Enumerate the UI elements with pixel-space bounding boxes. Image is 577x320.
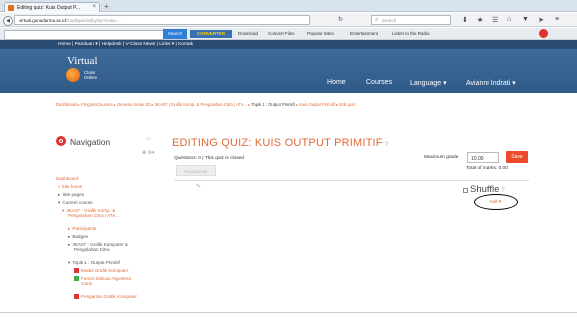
nav-language[interactable]: Language ▾ bbox=[410, 79, 447, 87]
toolbar-download[interactable]: Download bbox=[238, 31, 258, 36]
forum-icon bbox=[74, 276, 79, 282]
addon-search-button[interactable]: Search bbox=[163, 29, 187, 39]
toolbar-entertainment[interactable]: Entertainment bbox=[350, 31, 378, 36]
page-title-text: EDITING QUIZ: KUIS OUTPUT PRIMITIF bbox=[172, 137, 383, 149]
vclass-logo[interactable]: Virtual Class Online bbox=[64, 55, 108, 89]
nav-badges[interactable]: ▸ Badges bbox=[68, 234, 88, 239]
nav-forum[interactable]: Forum Diskusi Algoritma Garis bbox=[74, 276, 131, 286]
nav-topic[interactable]: ▾ Topik 1 : Output Primitif bbox=[68, 260, 120, 265]
nav-participants[interactable]: ▸ Participants bbox=[68, 226, 96, 231]
converter-logo: CONVERTER bbox=[190, 30, 232, 38]
shuffle-checkbox[interactable] bbox=[463, 188, 468, 193]
max-grade-label: Maximum grade bbox=[424, 155, 459, 160]
tab-title: Editing quiz: Kuis Output P... bbox=[17, 5, 81, 11]
quiz-status-info: Questions: 0 | This quiz is closed bbox=[174, 156, 244, 161]
share-icon[interactable]: ➤ bbox=[538, 16, 544, 24]
address-bar[interactable]: virtual.gunadarma.ac.id/mod/quiz/edit.ph… bbox=[14, 15, 310, 25]
tab-close-icon[interactable]: × bbox=[92, 4, 96, 10]
navigation-title: Navigation bbox=[70, 137, 111, 147]
bottom-edge bbox=[0, 312, 577, 320]
reload-icon[interactable]: ↻ bbox=[338, 16, 343, 23]
nav-modul[interactable]: Modul Grafik Komputer bbox=[74, 268, 128, 274]
pocket-icon[interactable]: ▼ bbox=[522, 16, 529, 23]
nav-pengantar[interactable]: Pengantar Grafik Komputer bbox=[74, 294, 137, 300]
block-actions-icon[interactable]: ✥ ⚙▾ bbox=[142, 150, 155, 156]
site-top-links: Home | Panduan ▾ | Helpdesk | V-Class Ne… bbox=[0, 40, 577, 49]
edit-pencil-icon[interactable]: ✎ bbox=[196, 183, 201, 190]
browser-search-field[interactable]: ⌕ Search bbox=[371, 15, 451, 25]
highlight-ellipse bbox=[474, 194, 518, 210]
addon-toolbar: Search CONVERTER Download Convert Files … bbox=[0, 28, 577, 40]
section-divider bbox=[174, 180, 529, 181]
star-icon[interactable]: ★ bbox=[477, 16, 483, 24]
pdf-icon bbox=[74, 268, 79, 274]
navigation-compass-icon bbox=[56, 136, 66, 146]
top-links-text[interactable]: Home | Panduan ▾ | Helpdesk | V-Class Ne… bbox=[58, 42, 193, 47]
max-grade-input[interactable] bbox=[467, 152, 499, 163]
nav-current-course[interactable]: ▾ Current course bbox=[58, 200, 93, 205]
pdf-icon bbox=[74, 294, 79, 300]
logo-subtitle: Class Online bbox=[84, 70, 97, 80]
search-placeholder: Search bbox=[382, 18, 397, 23]
menu-icon[interactable]: ≡ bbox=[555, 16, 559, 23]
toolbar-popular-sites[interactable]: Popular Sites bbox=[307, 31, 334, 36]
toolbar-convert-files[interactable]: Convert Files bbox=[268, 31, 295, 36]
breadcrumb: Dashboard ▸ ProgramCourses ▸ Genesis Kel… bbox=[56, 102, 526, 110]
url-path: /mod/quiz/edit.php?cmid=... bbox=[65, 18, 121, 23]
save-button[interactable]: Save bbox=[506, 151, 528, 163]
repaginate-button[interactable]: Repaginate bbox=[176, 165, 216, 176]
nav-course-short[interactable]: ▸ 3KA07 - Grafik Komputer & Pengolahan Cit… bbox=[68, 242, 128, 252]
nav-courses[interactable]: Courses bbox=[366, 79, 392, 86]
new-tab-button[interactable]: + bbox=[104, 2, 109, 11]
home-icon[interactable]: ⌂ bbox=[507, 16, 511, 23]
nav-course-name[interactable]: ▾ 3KA07 - Grafik Komp. & Pengolahan Citra … bbox=[62, 208, 119, 218]
nav-site-pages[interactable]: ▸ Site pages bbox=[58, 192, 84, 197]
total-marks: Total of marks: 0.00 bbox=[466, 166, 508, 171]
breadcrumb-tail[interactable]: ▸ Kuis Output Primitif ▸ Edit quiz bbox=[296, 102, 356, 107]
addon-badge-icon[interactable] bbox=[539, 29, 548, 38]
breadcrumb-current[interactable]: Topik 1 : Output Primitif bbox=[251, 102, 294, 107]
nav-dashboard[interactable]: Dashboard bbox=[56, 176, 78, 181]
back-arrow-icon[interactable]: ◀ bbox=[3, 16, 13, 26]
nav-home[interactable]: Home bbox=[327, 79, 346, 86]
dock-block-icon[interactable]: ▭ bbox=[146, 136, 151, 142]
help-icon[interactable]: ? bbox=[385, 142, 389, 148]
url-host: virtual.gunadarma.ac.id bbox=[19, 18, 66, 23]
bookmarks-icon[interactable]: ☰ bbox=[492, 16, 498, 24]
addon-search-input[interactable] bbox=[4, 30, 164, 40]
magnifier-icon: ⌕ bbox=[375, 17, 379, 23]
moodle-favicon-icon bbox=[8, 5, 14, 11]
shuffle-help-icon[interactable]: ? bbox=[501, 188, 504, 194]
page-title: EDITING QUIZ: KUIS OUTPUT PRIMITIF? bbox=[172, 137, 388, 149]
breadcrumb-path[interactable]: Dashboard ▸ ProgramCourses ▸ Genesis Kel… bbox=[56, 102, 250, 107]
logo-word: Virtual bbox=[67, 55, 98, 67]
browser-tab[interactable]: Editing quiz: Kuis Output P... × bbox=[4, 2, 100, 12]
logo-orb-icon bbox=[66, 68, 80, 82]
nav-user-menu[interactable]: Avianni Indrati ▾ bbox=[466, 79, 516, 87]
download-icon[interactable]: ⬇ bbox=[462, 16, 468, 24]
toolbar-radio[interactable]: Listen to the Radio bbox=[392, 31, 430, 36]
navigation-block: Navigation ▭ ✥ ⚙▾ Dashboard ▪ Site home ▸… bbox=[56, 136, 166, 306]
nav-site-home[interactable]: ▪ Site home bbox=[58, 184, 82, 189]
logo-sub-2: Online bbox=[84, 75, 98, 80]
